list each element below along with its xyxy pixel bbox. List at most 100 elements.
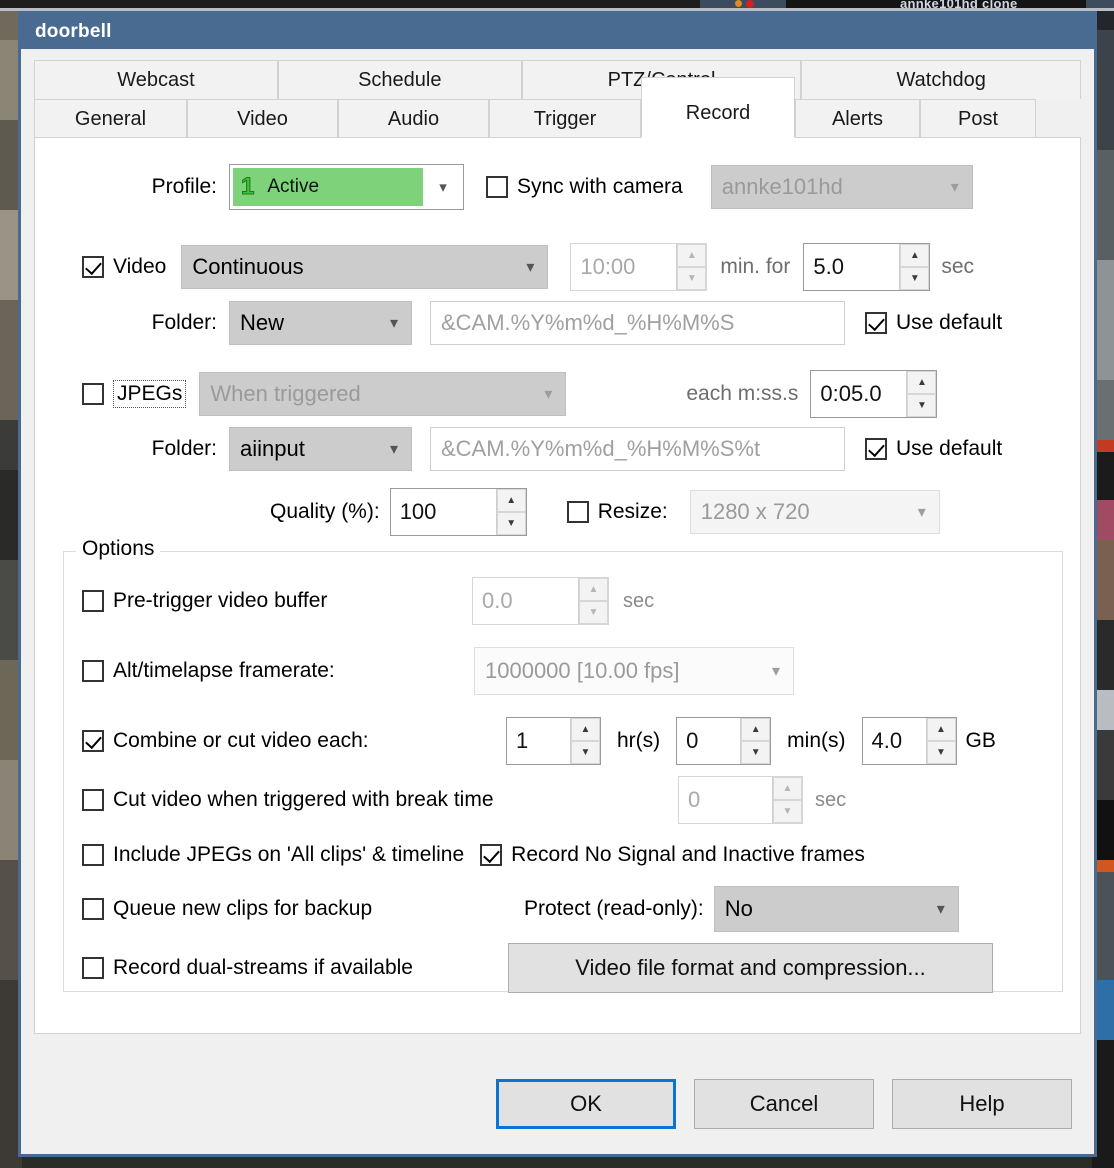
video-use-default-checkbox[interactable]	[865, 312, 887, 334]
dual-streams-checkbox[interactable]	[82, 957, 104, 979]
spinner-down-icon[interactable]: ▼	[926, 741, 956, 764]
protect-select[interactable]: No ▾	[713, 886, 959, 932]
tab-webcast[interactable]: Webcast	[34, 60, 278, 99]
tab-audio-label: Audio	[387, 108, 440, 130]
jpeg-use-default-checkbox[interactable]	[865, 438, 887, 460]
tab-video[interactable]: Video	[187, 99, 338, 138]
dialog-titlebar[interactable]: doorbell	[21, 14, 1094, 49]
tab-alerts[interactable]: Alerts	[795, 99, 920, 138]
video-duration-unit: sec	[941, 255, 975, 278]
tab-strip: Webcast Schedule PTZ/Control Watchdog Ge…	[34, 60, 1081, 138]
spinner-up-icon[interactable]: ▲	[907, 371, 937, 394]
video-filename-pattern-input[interactable]: &CAM.%Y%m%d_%H%M%S	[430, 301, 845, 345]
cut-on-trigger-checkbox[interactable]	[82, 789, 104, 811]
tab-record[interactable]: Record	[641, 77, 795, 138]
jpeg-filename-pattern-input[interactable]: &CAM.%Y%m%d_%H%M%S%t	[430, 427, 845, 471]
resize-checkbox-row[interactable]: Resize:	[566, 500, 668, 524]
jpegs-row: JPEGs When triggered ▾ each m:ss.s 0:05.…	[82, 370, 1082, 418]
spinner-up-icon[interactable]: ▲	[741, 718, 771, 741]
quality-spinner[interactable]: 100 ▲ ▼	[389, 488, 527, 536]
jpeg-use-default-checkbox-row[interactable]: Use default	[865, 437, 1002, 461]
jpegs-interval-spin-buttons[interactable]: ▲ ▼	[906, 371, 937, 417]
video-interval-spinner[interactable]: 10:00 ▲ ▼	[570, 243, 708, 291]
quality-spin-buttons[interactable]: ▲ ▼	[495, 489, 526, 535]
spinner-down-icon[interactable]: ▼	[773, 800, 802, 823]
queue-backup-checkbox[interactable]	[82, 898, 104, 920]
chevron-down-icon: ▾	[544, 386, 553, 403]
resize-checkbox[interactable]	[566, 501, 589, 523]
video-checkbox-row[interactable]: Video	[82, 255, 166, 279]
combine-cut-checkbox-row[interactable]: Combine or cut video each:	[82, 729, 506, 753]
tab-trigger[interactable]: Trigger	[489, 99, 641, 138]
pre-trigger-checkbox-row[interactable]: Pre-trigger video buffer	[82, 589, 472, 613]
combine-size-spinner[interactable]: 4.0 ▲ ▼	[861, 717, 957, 765]
video-mode-select[interactable]: Continuous ▾	[181, 245, 549, 289]
chevron-down-icon[interactable]: ▾	[513, 257, 547, 277]
video-duration-spinner[interactable]: 5.0 ▲ ▼	[803, 243, 931, 291]
alt-framerate-checkbox[interactable]	[82, 660, 104, 682]
alt-framerate-checkbox-row[interactable]: Alt/timelapse framerate:	[82, 659, 474, 683]
chevron-down-icon[interactable]: ▾	[377, 439, 411, 459]
video-interval-spin-buttons[interactable]: ▲ ▼	[676, 244, 707, 290]
combine-cut-checkbox[interactable]	[82, 730, 104, 752]
spinner-up-icon[interactable]: ▲	[579, 578, 608, 601]
include-jpegs-checkbox[interactable]	[82, 844, 104, 866]
sync-with-camera-checkbox-row[interactable]: Sync with camera	[486, 175, 683, 199]
chevron-down-icon[interactable]: ▾	[377, 313, 411, 333]
ok-button[interactable]: OK	[496, 1079, 676, 1129]
combine-size-spin-buttons[interactable]: ▲ ▼	[925, 718, 956, 764]
spinner-up-icon[interactable]: ▲	[773, 777, 802, 800]
jpeg-folder-select[interactable]: aiinput ▾	[229, 427, 412, 471]
queue-backup-checkbox-row[interactable]: Queue new clips for backup	[82, 897, 524, 921]
tab-schedule-label: Schedule	[358, 69, 442, 91]
jpegs-checkbox-row[interactable]: JPEGs	[82, 380, 187, 408]
combine-hours-spin-buttons[interactable]: ▲ ▼	[570, 718, 600, 764]
combine-minutes-spin-buttons[interactable]: ▲ ▼	[740, 718, 771, 764]
chevron-down-icon[interactable]: ▾	[924, 899, 958, 919]
spinner-up-icon[interactable]: ▲	[900, 244, 930, 267]
include-jpegs-checkbox-row[interactable]: Include JPEGs on 'All clips' & timeline	[82, 843, 464, 867]
tab-post[interactable]: Post	[920, 99, 1036, 138]
video-file-format-button[interactable]: Video file format and compression...	[508, 943, 993, 993]
spinner-down-icon[interactable]: ▼	[677, 267, 707, 290]
video-duration-spin-buttons[interactable]: ▲ ▼	[899, 244, 930, 290]
video-folder-select[interactable]: New ▾	[229, 301, 412, 345]
pre-trigger-spin-buttons[interactable]: ▲ ▼	[578, 578, 608, 624]
combine-minutes-spinner[interactable]: 0 ▲ ▼	[676, 717, 772, 765]
jpegs-mode-select: When triggered ▾	[199, 372, 567, 416]
spinner-up-icon[interactable]: ▲	[926, 718, 956, 741]
spinner-down-icon[interactable]: ▼	[579, 601, 608, 624]
record-no-signal-checkbox-row[interactable]: Record No Signal and Inactive frames	[480, 843, 865, 867]
cut-on-trigger-spin-buttons[interactable]: ▲ ▼	[772, 777, 802, 823]
pre-trigger-checkbox[interactable]	[82, 590, 104, 612]
dual-streams-checkbox-row[interactable]: Record dual-streams if available	[82, 956, 508, 980]
jpegs-interval-spinner[interactable]: 0:05.0 ▲ ▼	[810, 370, 938, 418]
chevron-down-icon[interactable]: ▾	[423, 178, 463, 196]
tab-general[interactable]: General	[34, 99, 187, 138]
spinner-up-icon[interactable]: ▲	[496, 489, 526, 512]
video-checkbox[interactable]	[82, 256, 104, 278]
pre-trigger-spinner[interactable]: 0.0 ▲ ▼	[472, 577, 609, 625]
help-button[interactable]: Help	[892, 1079, 1072, 1129]
spinner-down-icon[interactable]: ▼	[900, 267, 930, 290]
spinner-up-icon[interactable]: ▲	[571, 718, 600, 741]
video-use-default-checkbox-row[interactable]: Use default	[865, 311, 1002, 335]
tab-watchdog[interactable]: Watchdog	[801, 60, 1081, 99]
tab-audio[interactable]: Audio	[338, 99, 489, 138]
combine-hours-spinner[interactable]: 1 ▲ ▼	[506, 717, 601, 765]
spinner-down-icon[interactable]: ▼	[496, 512, 526, 535]
spinner-up-icon[interactable]: ▲	[677, 244, 707, 267]
tab-schedule[interactable]: Schedule	[277, 60, 522, 99]
record-no-signal-checkbox[interactable]	[480, 844, 503, 866]
cut-on-trigger-checkbox-row[interactable]: Cut video when triggered with break time	[82, 788, 678, 812]
spinner-down-icon[interactable]: ▼	[571, 741, 600, 764]
cut-on-trigger-spinner[interactable]: 0 ▲ ▼	[678, 776, 803, 824]
video-duration-value: 5.0	[804, 244, 900, 290]
cancel-button[interactable]: Cancel	[694, 1079, 874, 1129]
ok-button-label: OK	[570, 1091, 602, 1116]
spinner-down-icon[interactable]: ▼	[741, 741, 771, 764]
spinner-down-icon[interactable]: ▼	[907, 394, 937, 417]
jpegs-checkbox[interactable]	[82, 383, 104, 405]
profile-select[interactable]: 1 Active ▾	[229, 164, 464, 210]
sync-with-camera-checkbox[interactable]	[486, 176, 508, 198]
